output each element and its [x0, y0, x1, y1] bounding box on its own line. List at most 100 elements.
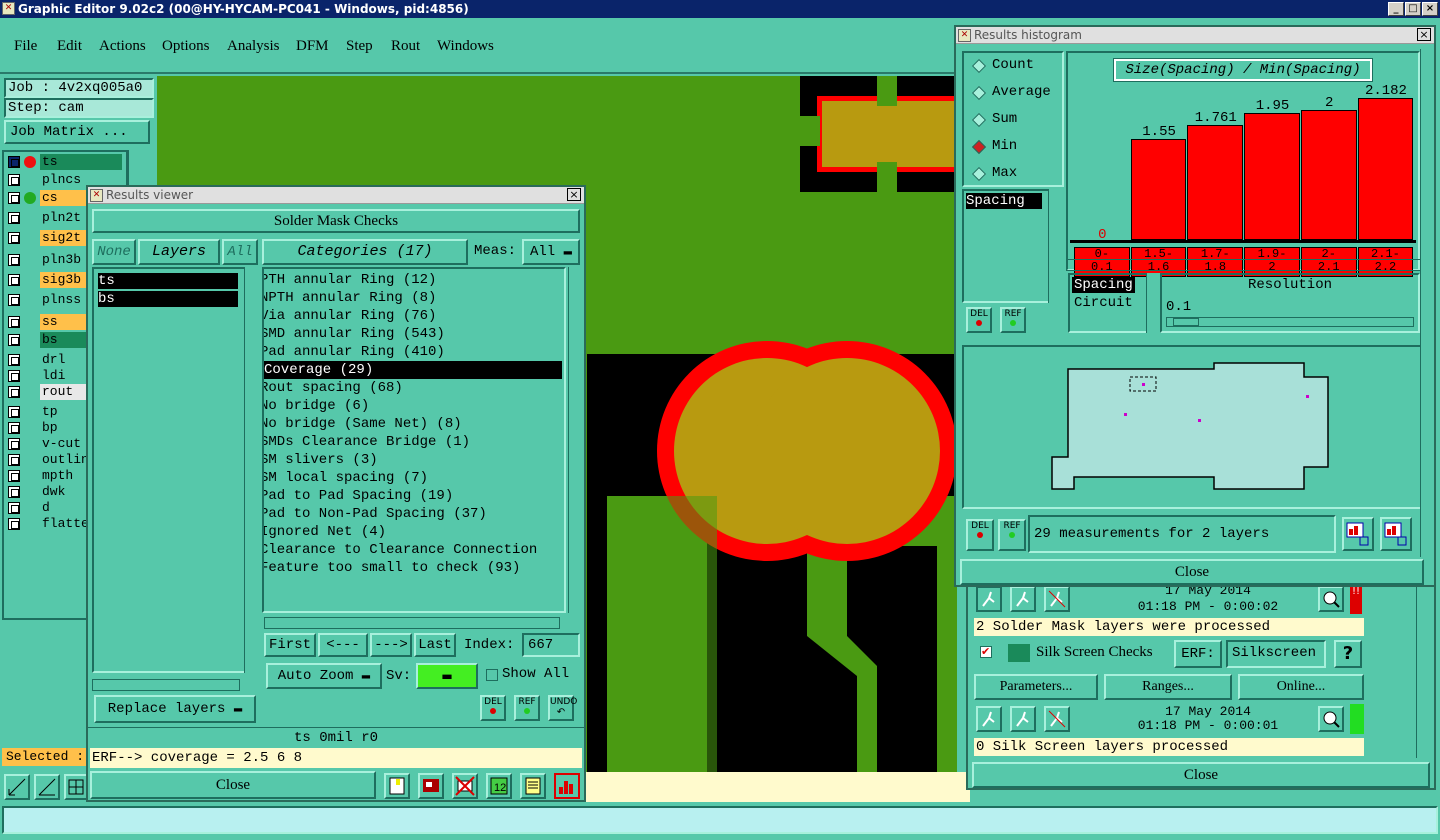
layer-checkbox[interactable]	[8, 370, 20, 382]
layer-checkbox[interactable]	[8, 470, 20, 482]
viewer-layer-scrollbar[interactable]	[244, 267, 258, 673]
category-item[interactable]: Pad to Pad Spacing (19)	[264, 487, 556, 505]
category-item[interactable]: SMD annular Ring (543)	[264, 325, 556, 343]
prev-button[interactable]: <---	[318, 633, 368, 657]
menu-analysis[interactable]: Analysis	[227, 38, 280, 55]
histogram-hscroll[interactable]	[1066, 259, 1422, 271]
layer-checkbox[interactable]	[8, 156, 20, 168]
measure-item-spacing[interactable]: Spacing	[966, 193, 1042, 209]
sv-color-dropdown[interactable]: ▬	[416, 663, 478, 689]
layer-checkbox[interactable]	[8, 316, 20, 328]
layer-checkbox[interactable]	[8, 438, 20, 450]
command-line[interactable]	[2, 806, 1438, 834]
viewer-layer-ts[interactable]: ts	[98, 273, 238, 289]
board-preview[interactable]	[962, 345, 1422, 509]
mode-radio-min[interactable]	[971, 139, 987, 155]
row2-zoom-icon[interactable]	[1318, 706, 1344, 732]
category-item[interactable]: Clearance to Clearance Connection	[264, 541, 556, 559]
measure-scrollbar[interactable]	[1048, 189, 1062, 303]
histogram-close-icon[interactable]: ×	[1417, 28, 1431, 41]
menu-windows[interactable]: Windows	[437, 38, 494, 55]
category-item[interactable]: Via annular Ring (76)	[264, 307, 556, 325]
mode-radio-count[interactable]	[971, 58, 987, 74]
sort-item-spacing[interactable]: Spacing	[1072, 277, 1135, 293]
category-item[interactable]: Ignored Net (4)	[264, 523, 556, 541]
help-button[interactable]: ?	[1334, 640, 1362, 668]
histogram-bar[interactable]	[1187, 125, 1244, 240]
online-button[interactable]: Online...	[1238, 674, 1364, 700]
categories-scrollbar[interactable]	[568, 267, 582, 613]
next-button[interactable]: --->	[370, 633, 412, 657]
category-item[interactable]: SMDs Clearance Bridge (1)	[264, 433, 556, 451]
layer-display-dot[interactable]	[24, 192, 36, 204]
mode-radio-sum[interactable]	[971, 112, 987, 128]
category-item[interactable]: Feature too small to check (93)	[264, 559, 556, 577]
job-matrix-button[interactable]: Job Matrix ...	[4, 120, 150, 144]
category-item[interactable]: SM slivers (3)	[264, 451, 556, 469]
viewer-layer-bs[interactable]: bs	[98, 291, 238, 307]
parameters-button[interactable]: Parameters...	[974, 674, 1098, 700]
layer-checkbox[interactable]	[8, 212, 20, 224]
category-item[interactable]: Pad annular Ring (410)	[264, 343, 556, 361]
layer-display-dot[interactable]	[24, 156, 36, 168]
grid-tool-icon[interactable]	[64, 774, 88, 800]
dfm-close-button[interactable]: Close	[972, 762, 1430, 788]
run-stop-icon[interactable]	[1044, 586, 1070, 612]
sort-item-circuit[interactable]: Circuit	[1074, 295, 1133, 311]
disable-icon[interactable]	[452, 773, 478, 799]
categories-hscroll[interactable]	[264, 617, 560, 629]
histogram-bar[interactable]	[1244, 112, 1300, 240]
layer-checkbox[interactable]	[8, 274, 20, 286]
layer-row-ts[interactable]: ts	[6, 154, 122, 170]
menu-step[interactable]: Step	[346, 38, 373, 55]
del-icon[interactable]: DEL	[480, 695, 506, 721]
maximize-button[interactable]: □	[1405, 2, 1421, 16]
layers-none-button[interactable]: None	[92, 239, 136, 265]
layer-checkbox[interactable]	[8, 386, 20, 398]
menu-rout[interactable]: Rout	[391, 38, 420, 55]
measure-tool-icon[interactable]	[34, 774, 60, 800]
run-icon[interactable]	[976, 586, 1002, 612]
category-item[interactable]: Rout spacing (68)	[264, 379, 556, 397]
layer-checkbox[interactable]	[8, 294, 20, 306]
categories-button[interactable]: Categories (17)	[262, 239, 468, 265]
row1-zoom-icon[interactable]	[1318, 586, 1344, 612]
layer-checkbox[interactable]	[8, 454, 20, 466]
category-item[interactable]: PTH annular Ring (12)	[264, 271, 556, 289]
first-button[interactable]: First	[264, 633, 316, 657]
layer-checkbox[interactable]	[8, 174, 20, 186]
histogram-scrollbar[interactable]	[1420, 49, 1434, 557]
category-item[interactable]: No bridge (Same Net) (8)	[264, 415, 556, 433]
category-item[interactable]: Pad to Non-Pad Spacing (37)	[264, 505, 556, 523]
menu-file[interactable]: File	[14, 38, 37, 55]
layer-checkbox[interactable]	[8, 518, 20, 530]
silk-run-stop-icon[interactable]	[1044, 706, 1070, 732]
meas-dropdown[interactable]: All ▬	[522, 239, 580, 265]
show-all-checkbox[interactable]	[486, 669, 498, 681]
layers-all-button[interactable]: All	[222, 239, 258, 265]
category-item[interactable]: Coverage (29)	[264, 361, 562, 379]
preview-ref-icon[interactable]: REF	[998, 519, 1026, 551]
last-button[interactable]: Last	[414, 633, 456, 657]
zoom-selection-icon[interactable]	[1380, 517, 1412, 551]
index-field[interactable]: 667	[522, 633, 580, 657]
viewer-layer-hscroll[interactable]	[92, 679, 240, 691]
close-window-button[interactable]: ×	[1422, 2, 1438, 16]
replace-layers-button[interactable]: Replace layers ▬	[94, 695, 256, 723]
preview-del-icon[interactable]: DEL	[966, 519, 994, 551]
layer-checkbox[interactable]	[8, 254, 20, 266]
notes-icon[interactable]	[520, 773, 546, 799]
zoom-tool-icon[interactable]	[4, 774, 30, 800]
layer-checkbox[interactable]	[8, 192, 20, 204]
layer-checkbox[interactable]	[8, 232, 20, 244]
auto-zoom-button[interactable]: Auto Zoom ▬	[266, 663, 382, 689]
menu-edit[interactable]: Edit	[57, 38, 82, 55]
silk-run-icon[interactable]	[976, 706, 1002, 732]
histogram-icon[interactable]	[554, 773, 580, 799]
ref-icon[interactable]: REF	[514, 695, 540, 721]
resolution-slider[interactable]	[1166, 317, 1414, 327]
layer-checkbox[interactable]	[8, 486, 20, 498]
zoom-fit-icon[interactable]	[1342, 517, 1374, 551]
layers-button[interactable]: Layers	[138, 239, 220, 265]
sort-scrollbar[interactable]	[1146, 273, 1160, 333]
